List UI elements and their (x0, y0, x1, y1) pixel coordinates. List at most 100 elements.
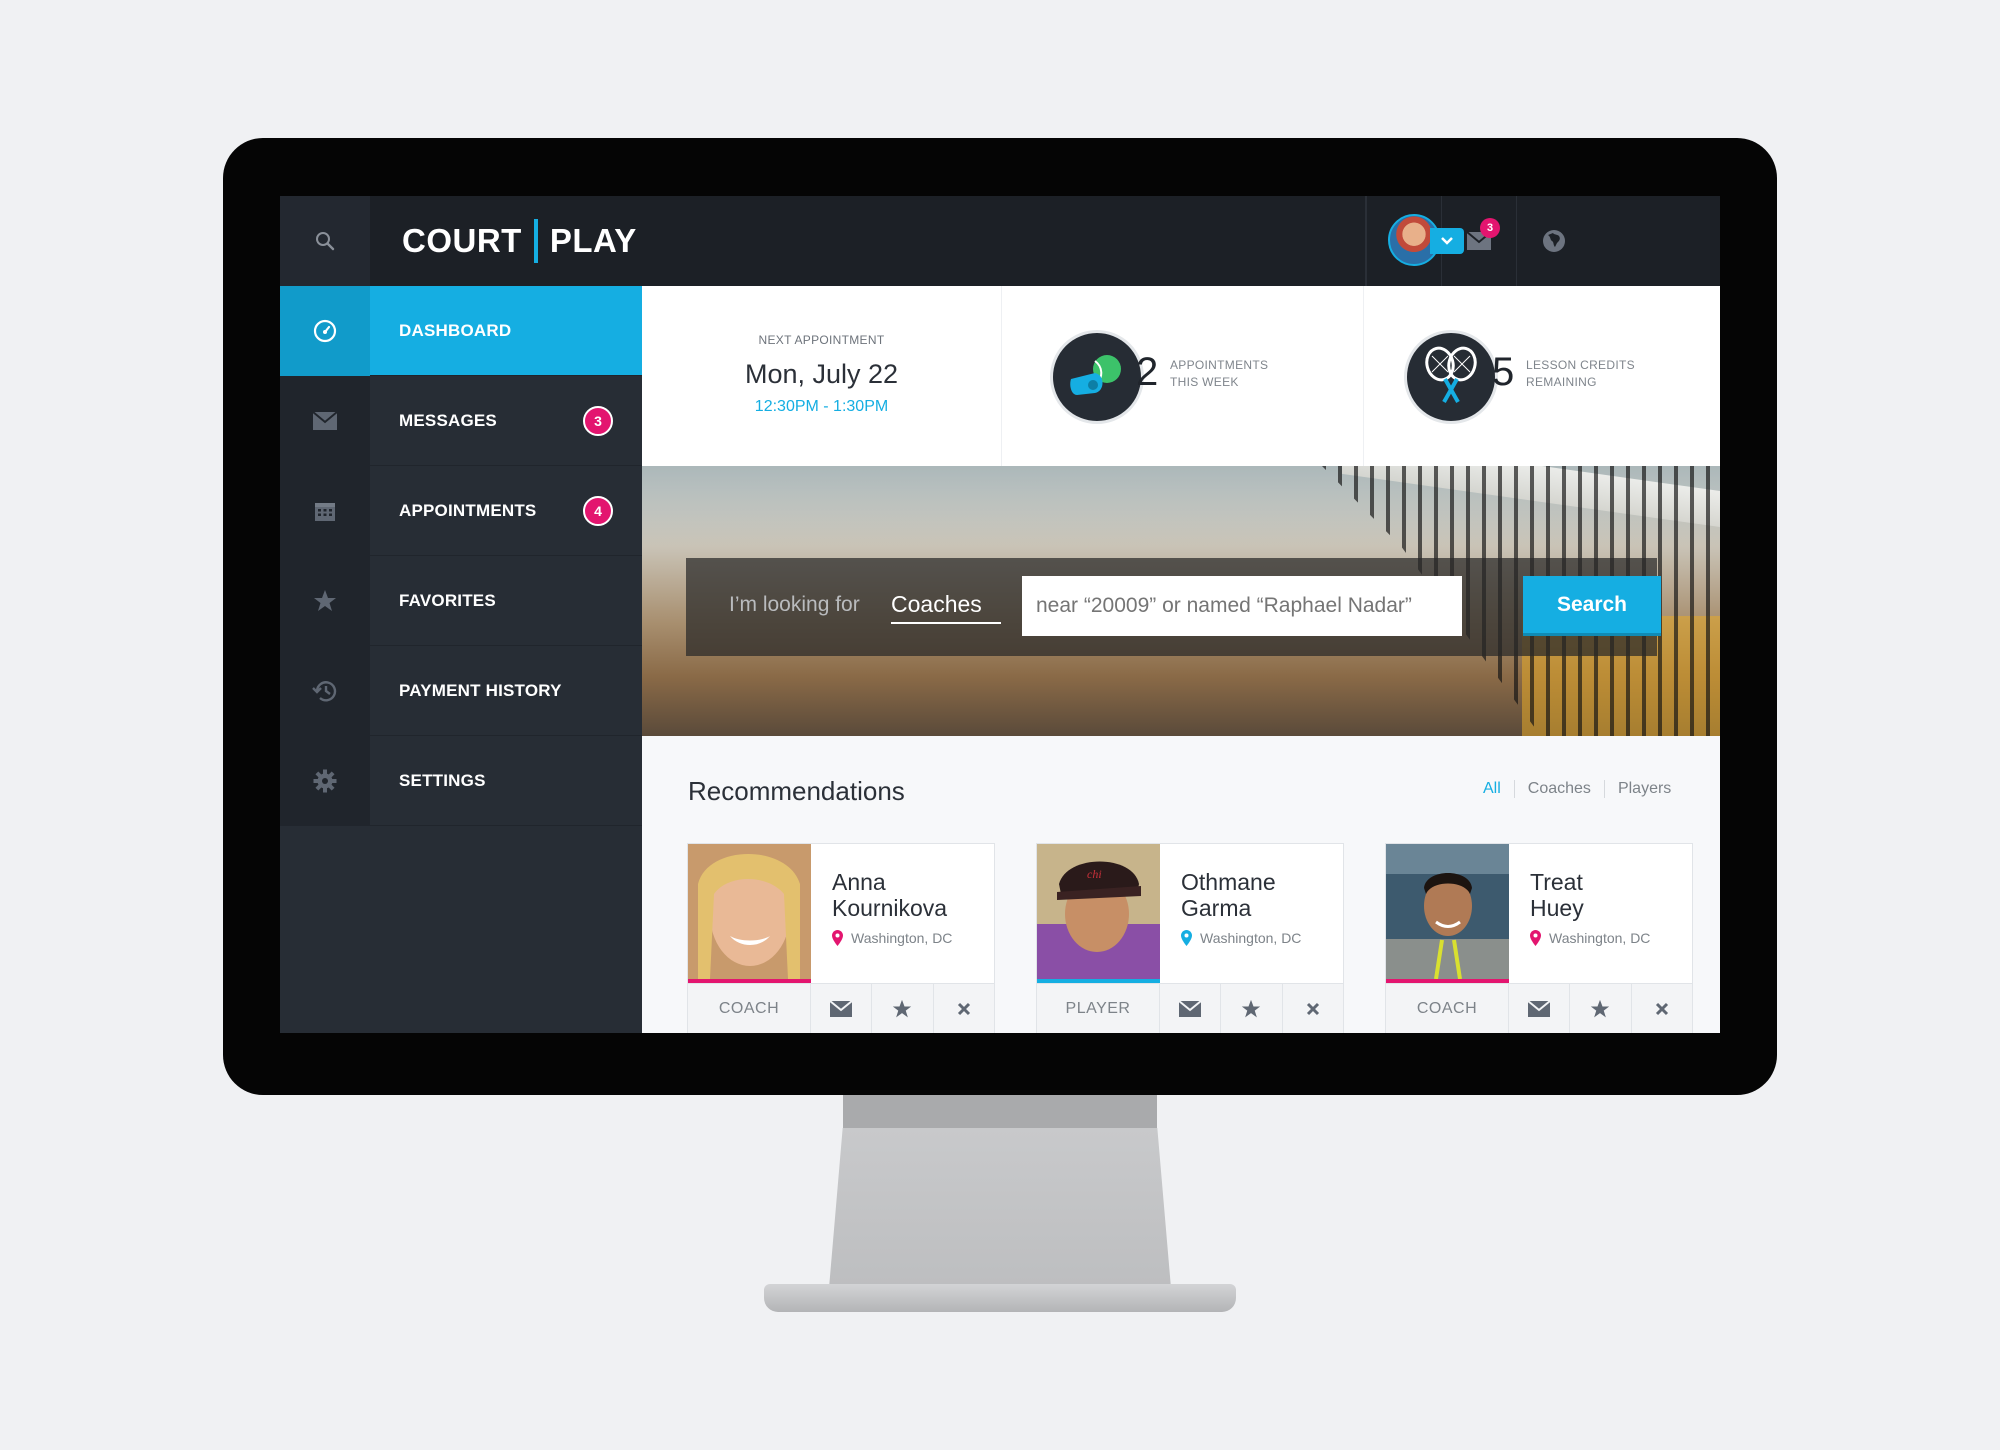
message-button[interactable] (1509, 984, 1571, 1033)
dashboard-icon (313, 319, 337, 342)
monitor-neck (843, 1095, 1157, 1130)
card-actions: PLAYER (1037, 983, 1343, 1033)
profile-first-name: Anna (832, 869, 886, 895)
search-button[interactable] (280, 196, 370, 286)
filter-all[interactable]: All (1470, 780, 1514, 798)
stats-strip: NEXT APPOINTMENT Mon, July 22 12:30PM - … (642, 286, 1720, 466)
profile-first-name: Othmane (1181, 869, 1276, 895)
profile-location-text: Washington, DC (1549, 930, 1651, 946)
sidebar-icon-cell (280, 375, 370, 466)
profile-location: Washington, DC (1181, 930, 1301, 946)
sidebar-item-label: MESSAGES (399, 410, 497, 430)
user-menu-dropdown[interactable] (1430, 228, 1464, 254)
sidebar-icon-cell (280, 555, 370, 646)
sidebar-item-label: APPOINTMENTS (399, 500, 537, 520)
profile-location: Washington, DC (832, 930, 952, 946)
sidebar-item-messages[interactable]: MESSAGES 3 (280, 375, 642, 466)
rackets-icon (1404, 330, 1498, 424)
search-type-select[interactable]: Coaches (891, 591, 1001, 624)
appointments-count: 2 (1136, 350, 1159, 394)
sidebar: DASHBOARD MESSAGES 3 APPOINTMENTS 4 FAVO… (280, 285, 642, 1033)
filter-players[interactable]: Players (1603, 780, 1684, 798)
recommendation-card[interactable]: Anna Kournikova Washington, DC COACH (687, 843, 995, 1033)
card-actions: COACH (688, 983, 994, 1033)
profile-name: Treat Huey (1530, 869, 1680, 921)
next-appointment-caption: NEXT APPOINTMENT (758, 333, 885, 347)
favorite-button[interactable] (1221, 984, 1283, 1033)
star-icon (314, 589, 336, 611)
profile-name: Othmane Garma (1181, 869, 1331, 921)
lesson-credits-caption-line2: REMAINING (1526, 375, 1597, 389)
brand-logo-divider (533, 219, 538, 263)
star-icon (893, 999, 912, 1018)
globe-icon (1543, 230, 1565, 252)
globe-button[interactable] (1516, 196, 1591, 286)
sidebar-item-label: DASHBOARD (399, 320, 512, 340)
favorite-button[interactable] (1570, 984, 1632, 1033)
chevron-down-icon (1441, 237, 1453, 245)
dismiss-button[interactable] (934, 984, 994, 1033)
star-icon (1242, 999, 1261, 1018)
filter-coaches[interactable]: Coaches (1513, 780, 1604, 798)
search-icon (316, 232, 335, 251)
recommendations-section: Recommendations All Coaches Players Anna… (642, 736, 1720, 1033)
sidebar-icon-cell (280, 465, 370, 556)
hero-banner: I’m looking for Coaches Search (642, 466, 1720, 736)
star-icon (1591, 999, 1610, 1018)
sidebar-icon-cell (280, 285, 370, 376)
calendar-icon (315, 502, 335, 521)
history-icon (312, 680, 337, 701)
sidebar-icon-cell (280, 735, 370, 826)
favorite-button[interactable] (872, 984, 934, 1033)
next-appointment-panel[interactable]: NEXT APPOINTMENT Mon, July 22 12:30PM - … (642, 286, 1002, 466)
close-icon (957, 1002, 970, 1016)
close-icon (1655, 1002, 1668, 1016)
sidebar-item-settings[interactable]: SETTINGS (280, 735, 642, 826)
profile-photo[interactable] (688, 844, 811, 983)
profile-photo[interactable]: chi (1037, 844, 1160, 983)
search-input[interactable] (1022, 576, 1462, 636)
profile-location-text: Washington, DC (1200, 930, 1302, 946)
profile-photo-graphic (688, 844, 811, 979)
envelope-icon (830, 1001, 853, 1017)
profile-first-name: Treat (1530, 869, 1583, 895)
recommendation-card[interactable]: Treat Huey Washington, DC COACH (1385, 843, 1693, 1033)
sidebar-item-dashboard[interactable]: DASHBOARD (280, 285, 642, 376)
whistle-ball-graphic (1070, 355, 1121, 395)
search-panel: I’m looking for Coaches Search (686, 558, 1661, 656)
dismiss-button[interactable] (1632, 984, 1692, 1033)
appointments-count-badge: 4 (583, 496, 613, 526)
appointments-this-week-stat[interactable]: 2 APPOINTMENTS THIS WEEK (1002, 286, 1364, 466)
lesson-credits-caption: LESSON CREDITS REMAINING (1526, 357, 1635, 391)
profile-role-badge: COACH (1386, 984, 1509, 1033)
messages-count-badge: 3 (583, 406, 613, 436)
location-pin-icon (1181, 930, 1192, 946)
profile-photo-graphic (1386, 844, 1509, 979)
appointments-caption-line1: APPOINTMENTS (1170, 358, 1269, 372)
sidebar-item-label: FAVORITES (399, 590, 496, 610)
next-appointment-date: Mon, July 22 (744, 359, 899, 389)
brand-logo[interactable]: COURT PLAY (402, 219, 637, 263)
profile-photo-graphic: chi (1037, 844, 1160, 979)
sidebar-item-favorites[interactable]: FAVORITES (280, 555, 642, 646)
recommendation-card[interactable]: chi Othmane Garma Washington, DC PLAYER (1036, 843, 1344, 1033)
dismiss-button[interactable] (1283, 984, 1343, 1033)
search-button-submit[interactable]: Search (1523, 576, 1661, 636)
sidebar-item-appointments[interactable]: APPOINTMENTS 4 (280, 465, 642, 556)
lesson-credits-caption-line1: LESSON CREDITS (1526, 358, 1635, 372)
profile-photo[interactable] (1386, 844, 1509, 983)
close-icon (1306, 1002, 1319, 1016)
monitor-base (764, 1284, 1236, 1312)
gear-icon (313, 769, 337, 792)
sidebar-item-payment-history[interactable]: PAYMENT HISTORY (280, 645, 642, 736)
svg-text:chi: chi (1087, 867, 1102, 881)
next-appointment-time: 12:30PM - 1:30PM (754, 398, 889, 415)
user-menu[interactable] (1365, 196, 1485, 286)
profile-location-text: Washington, DC (851, 930, 953, 946)
message-button[interactable] (811, 984, 873, 1033)
card-actions: COACH (1386, 983, 1692, 1033)
message-button[interactable] (1160, 984, 1222, 1033)
whistle-ball-icon (1050, 330, 1144, 424)
lesson-credits-stat[interactable]: 5 LESSON CREDITS REMAINING (1364, 286, 1720, 466)
sidebar-item-label: SETTINGS (399, 770, 486, 790)
